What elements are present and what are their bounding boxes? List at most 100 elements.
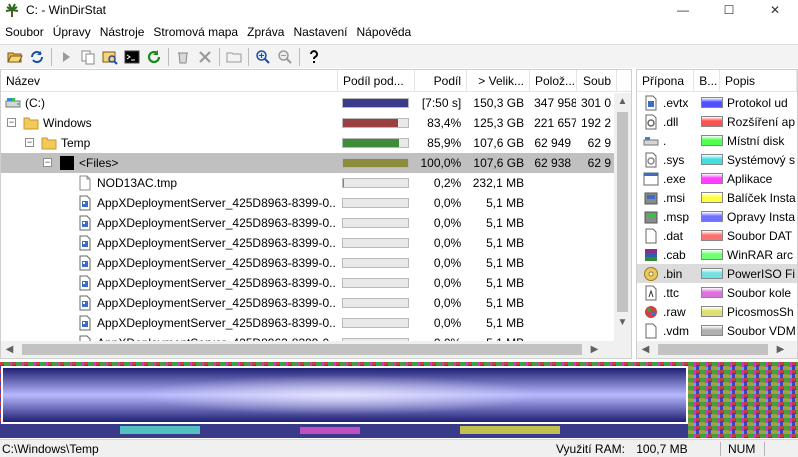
extension-row[interactable]: . Místní disk xyxy=(637,131,797,150)
files-cell xyxy=(576,273,616,293)
delete-button[interactable] xyxy=(194,46,216,68)
ram-value: 100,7 MB xyxy=(636,441,688,456)
scroll-left-arrow-icon[interactable]: ◀ xyxy=(637,341,654,358)
scroll-thumb[interactable] xyxy=(617,112,628,312)
tree-row-label: AppXDeploymentServer_425D8963-8399-0... xyxy=(97,256,338,270)
explorer-button[interactable] xyxy=(99,46,121,68)
scroll-left-arrow-icon[interactable]: ◀ xyxy=(1,341,18,358)
subtree-share-bar-fill xyxy=(343,119,398,127)
scroll-up-arrow-icon[interactable]: ▲ xyxy=(614,93,631,110)
extension-description: Místní disk xyxy=(727,133,785,148)
column-header-name[interactable]: Název xyxy=(1,70,338,92)
column-header-description[interactable]: Popis xyxy=(720,70,797,92)
scroll-thumb[interactable] xyxy=(658,344,768,355)
tree-row-name-cell: (C:) xyxy=(1,93,337,113)
tree-row[interactable]: AppXDeploymentServer_425D8963-8399-0... 0… xyxy=(1,313,616,333)
scroll-right-arrow-icon[interactable]: ▶ xyxy=(772,341,789,358)
extension-row[interactable]: .dat Soubor DAT xyxy=(637,226,797,245)
subtree-share-bar xyxy=(342,238,410,248)
collapse-toggle-icon[interactable]: − xyxy=(25,138,34,147)
items-cell xyxy=(529,313,576,333)
menu-nastroje[interactable]: Nástroje xyxy=(95,25,149,39)
refresh-selected-button[interactable] xyxy=(143,46,165,68)
extension-name: .msi xyxy=(663,190,685,205)
ram-label: Využití RAM: xyxy=(556,441,625,456)
doc-icon xyxy=(77,215,93,231)
zoom-out-button[interactable] xyxy=(274,46,296,68)
column-header-share[interactable]: Podíl xyxy=(415,70,467,92)
treemap-graphic[interactable] xyxy=(0,362,798,438)
new-folder-button[interactable] xyxy=(223,46,245,68)
status-path: C:\Windows\Temp xyxy=(2,441,99,456)
column-header-color[interactable]: B... xyxy=(694,70,721,92)
extension-row[interactable]: .ttc Soubor kole xyxy=(637,283,797,302)
command-prompt-button[interactable] xyxy=(121,46,143,68)
tree-row[interactable]: AppXDeploymentServer_425D8963-8399-0... 0… xyxy=(1,273,616,293)
extension-row[interactable]: .exe Aplikace xyxy=(637,169,797,188)
maximize-button[interactable]: ☐ xyxy=(706,0,752,20)
column-header-files[interactable]: Soub xyxy=(577,70,617,92)
extension-horizontal-scrollbar[interactable]: ◀ ▶ xyxy=(637,341,797,358)
image-file-icon xyxy=(643,304,659,320)
extension-color-swatch xyxy=(701,192,723,203)
menu-nastaveni[interactable]: Nastavení xyxy=(288,25,351,39)
share-cell: 0,0% xyxy=(433,316,462,330)
menu-upravy[interactable]: Úpravy xyxy=(48,25,95,39)
extension-row[interactable]: .evtx Protokol ud xyxy=(637,93,797,112)
extension-row[interactable]: .raw PicosmosSh xyxy=(637,302,797,321)
scroll-down-arrow-icon[interactable]: ▼ xyxy=(614,314,631,331)
column-header-subtree-share[interactable]: Podíl pod... xyxy=(338,70,415,92)
column-header-size[interactable]: > Velik... xyxy=(467,70,530,92)
menu-zprava[interactable]: Zpráva xyxy=(242,25,288,39)
tree-row[interactable]: (C:) [7:50 s] 150,3 GB 347 958 301 0 xyxy=(1,93,616,113)
column-header-items[interactable]: Polož... xyxy=(530,70,577,92)
toolbar-separator xyxy=(51,47,52,66)
tree-row[interactable]: AppXDeploymentServer_425D8963-8399-0... 0… xyxy=(1,213,616,233)
size-cell: 5,1 MB xyxy=(486,296,525,310)
collapse-toggle-icon[interactable]: − xyxy=(7,118,16,127)
menu-napoveda[interactable]: Nápověda xyxy=(352,25,416,39)
subtree-share-cell xyxy=(337,293,414,313)
zoom-in-button[interactable] xyxy=(252,46,274,68)
menu-soubor[interactable]: Soubor xyxy=(0,25,48,39)
tree-row[interactable]: − Temp 85,9% 107,6 GB 62 949 62 9 xyxy=(1,133,616,153)
treemap-view[interactable] xyxy=(0,362,798,438)
column-header-extension[interactable]: Přípona xyxy=(637,70,695,92)
status-separator xyxy=(764,442,765,456)
extension-name: .sys xyxy=(663,152,685,167)
scroll-thumb[interactable] xyxy=(22,344,582,355)
tree-vertical-scrollbar[interactable]: ▲ ▼ xyxy=(614,93,631,343)
extension-row[interactable]: .msi Balíček Insta xyxy=(637,188,797,207)
collapse-toggle-icon[interactable]: − xyxy=(43,158,52,167)
tree-row[interactable]: AppXDeploymentServer_425D8963-8399-0... 0… xyxy=(1,293,616,313)
extension-row[interactable]: .msp Opravy Insta xyxy=(637,207,797,226)
play-button[interactable] xyxy=(55,46,77,68)
tree-horizontal-scrollbar[interactable]: ◀ ▶ xyxy=(1,341,631,358)
doc-icon xyxy=(77,275,93,291)
help-button[interactable] xyxy=(303,46,325,68)
tree-row-name-cell: AppXDeploymentServer_425D8963-8399-0... xyxy=(1,213,337,233)
tree-row[interactable]: AppXDeploymentServer_425D8963-8399-0... 0… xyxy=(1,253,616,273)
extension-row[interactable]: .dll Rozšíření ap xyxy=(637,112,797,131)
tree-row[interactable]: AppXDeploymentServer_425D8963-8399-0... 0… xyxy=(1,233,616,253)
tree-row-label: <Files> xyxy=(79,156,119,170)
scroll-right-arrow-icon[interactable]: ▶ xyxy=(586,341,603,358)
copy-path-button[interactable] xyxy=(77,46,99,68)
recycle-bin-button[interactable] xyxy=(172,46,194,68)
extension-row[interactable]: .sys Systémový s xyxy=(637,150,797,169)
tree-row[interactable]: NOD13AC.tmp 0,2% 232,1 MB xyxy=(1,173,616,193)
tree-row[interactable]: − Windows 83,4% 125,3 GB 221 657 192 2 xyxy=(1,113,616,133)
extension-row[interactable]: .bin PowerISO Fi xyxy=(637,264,797,283)
tree-row[interactable]: − <Files> 100,0% 107,6 GB 62 938 62 9 xyxy=(1,153,616,173)
open-folder-button[interactable] xyxy=(4,46,26,68)
refresh-all-icon xyxy=(31,50,43,63)
tree-row[interactable]: AppXDeploymentServer_425D8963-8399-0... 0… xyxy=(1,193,616,213)
extension-row[interactable]: .cab WinRAR arc xyxy=(637,245,797,264)
minimize-button[interactable]: — xyxy=(660,0,706,20)
close-button[interactable]: ✕ xyxy=(752,0,798,20)
zoom-in-icon xyxy=(256,49,270,64)
menu-stromova-mapa[interactable]: Stromová mapa xyxy=(148,25,242,39)
refresh-all-button[interactable] xyxy=(26,46,48,68)
extension-row[interactable]: .vdm Soubor VDM xyxy=(637,321,797,340)
subtree-share-cell xyxy=(337,313,414,333)
